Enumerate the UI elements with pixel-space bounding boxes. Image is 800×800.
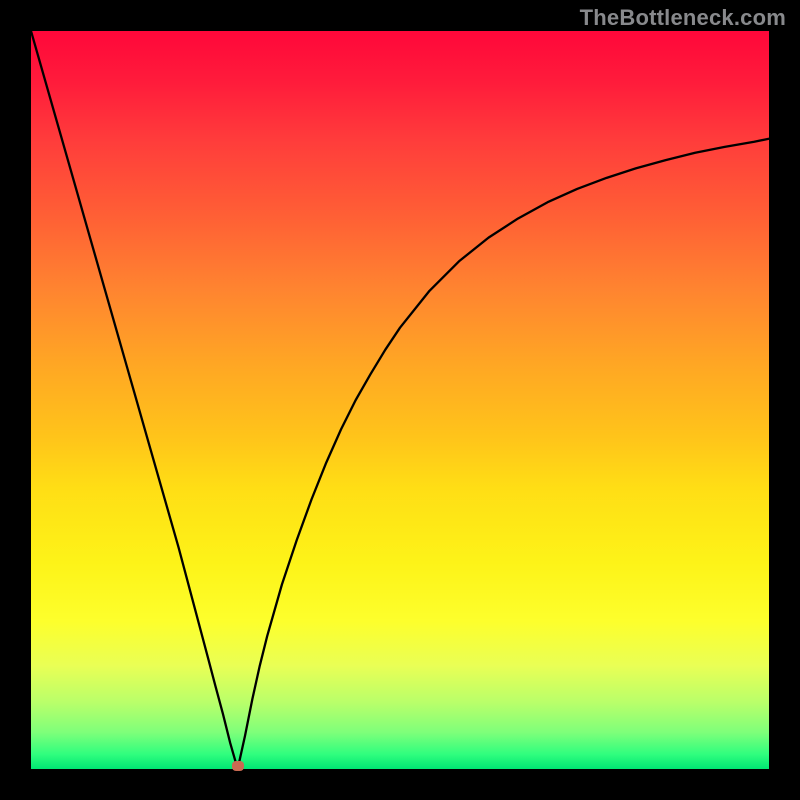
chart-container: TheBottleneck.com (0, 0, 800, 800)
optimal-marker (232, 761, 244, 771)
bottleneck-curve (31, 31, 769, 769)
watermark-text: TheBottleneck.com (580, 5, 786, 31)
plot-area (31, 31, 769, 769)
